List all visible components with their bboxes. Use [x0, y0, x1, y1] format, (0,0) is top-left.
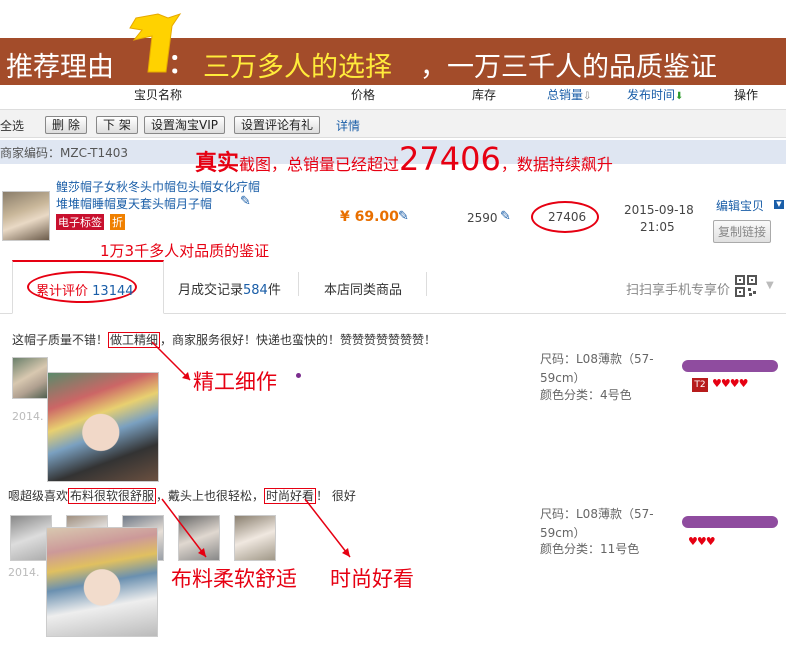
- review-2-size: 尺码：L08薄款（57-59cm）: [540, 507, 654, 540]
- product-thumbnail[interactable]: [2, 191, 50, 241]
- tab-separator: [298, 272, 299, 296]
- annotation-number: 27406: [399, 140, 501, 178]
- annotation-text1: 截图，总销量已经超过: [239, 155, 400, 174]
- review-2-date: 2014.: [8, 566, 40, 579]
- edit-stock-pencil-icon[interactable]: ✎: [500, 209, 511, 224]
- review-2-color: 颜色分类：11号色: [540, 542, 640, 556]
- product-title-line2[interactable]: 堆堆帽睡帽夏天套头帽月子帽: [56, 196, 212, 213]
- publish-date: 2015-09-18: [624, 203, 694, 217]
- banner-colon: ：: [168, 49, 195, 80]
- chevron-down-icon[interactable]: ▼: [766, 280, 774, 291]
- publish-time-label: 发布时间: [627, 88, 676, 102]
- review-2-photo[interactable]: [46, 527, 158, 637]
- set-comment-reward-button[interactable]: 设置评论有礼: [234, 116, 321, 134]
- product-sales: 27406: [548, 210, 587, 224]
- edit-price-pencil-icon[interactable]: ✎: [398, 209, 409, 224]
- reviewer-2-name-redacted: [682, 516, 778, 528]
- reviewer-2-hearts-icon: ♥♥♥: [688, 535, 716, 548]
- merchant-code: 商家编码：MZC-T1403: [0, 146, 129, 160]
- dropdown-arrow-icon[interactable]: ▼: [774, 200, 784, 209]
- sales-annotation: 真实截图，总销量已经超过27406，数据持续飙升: [195, 140, 613, 178]
- arrow-to-annotation-icon: [151, 341, 191, 381]
- review-1-annotation: 精工细作: [193, 370, 277, 394]
- annotation-bold: 真实: [195, 151, 240, 176]
- col-header-publish-time[interactable]: 发布时间⬇: [627, 86, 683, 103]
- product-title-line1[interactable]: 鳇莎帽子女秋冬头巾帽包头帽女化疗帽: [56, 179, 260, 196]
- total-sales-label: 总销量: [547, 88, 584, 102]
- tab-reviews-text: 累计评价 13144: [36, 280, 134, 299]
- tab-reviews-label: 累计评价: [36, 284, 89, 299]
- banner-highlight: 三万多人的选择: [203, 52, 392, 83]
- delete-button[interactable]: 删 除: [45, 116, 87, 134]
- review-2-annotation-2: 时尚好看: [330, 567, 414, 591]
- tab-monthly-unit: 件: [267, 283, 281, 298]
- product-price: ¥ 69.00: [340, 209, 399, 225]
- review-1-text-a: 这帽子质量不错！: [12, 333, 109, 347]
- review-2-text-a: 嗯超级喜欢: [8, 489, 69, 503]
- tab-same-shop[interactable]: 本店同类商品: [324, 279, 402, 298]
- edit-product-link[interactable]: 编辑宝贝: [716, 197, 764, 214]
- col-header-name: 宝贝名称: [134, 88, 183, 102]
- sort-down-active-icon: ⬇: [675, 91, 684, 102]
- review-2-annotation-1: 布料柔软舒适: [171, 567, 297, 591]
- review-1-photo[interactable]: [47, 372, 159, 482]
- reviewer-1-badge: T2: [692, 378, 708, 392]
- tab-reviews-count: 13144: [92, 284, 134, 299]
- offshelf-button[interactable]: 下 架: [96, 116, 138, 134]
- publish-time: 21:05: [640, 220, 675, 234]
- set-vip-button[interactable]: 设置淘宝VIP: [144, 116, 225, 134]
- reviewer-1-hearts-icon: ♥♥♥♥: [712, 377, 748, 390]
- edit-title-pencil-icon[interactable]: ✎: [240, 194, 251, 209]
- annotation-text2: ，数据持续飙升: [500, 155, 613, 174]
- purple-dot: [296, 373, 301, 378]
- review-1-date: 2014.: [12, 410, 44, 423]
- tab-separator: [426, 272, 427, 296]
- reviewer-1-name-redacted: [682, 360, 778, 372]
- details-link[interactable]: 详情: [336, 117, 360, 134]
- arrows-to-annotations-icon: [161, 498, 351, 558]
- col-header-total-sales[interactable]: 总销量⇩: [547, 86, 591, 103]
- tab-monthly-label: 月成交记录: [178, 283, 244, 298]
- banner-title: 推荐理由: [6, 52, 114, 83]
- review-1-thumbnail[interactable]: [12, 357, 48, 399]
- qr-code-icon[interactable]: [735, 275, 757, 297]
- review-2-boxed-1: 布料很软很舒服: [68, 488, 157, 504]
- select-all-checkbox[interactable]: 全选: [0, 117, 24, 134]
- electronic-tag-badge: 电子标签: [56, 214, 104, 230]
- scan-mobile-price[interactable]: 扫扫享手机专享价: [626, 279, 730, 298]
- sort-down-icon: ⇩: [583, 91, 592, 102]
- discount-badge: 折: [110, 214, 125, 230]
- review-1-text-b: ，商家服务很好！快递也蛮快的！赞赞赞赞赞赞赞！: [160, 333, 437, 347]
- quality-annotation: 1万3千多人对品质的鉴证: [100, 242, 270, 260]
- tab-monthly-sales[interactable]: 月成交记录584件: [178, 279, 281, 298]
- review-1-color: 颜色分类：4号色: [540, 388, 632, 402]
- review-1-size: 尺码：L08薄款（57-59cm）: [540, 352, 654, 385]
- col-header-price: 价格: [351, 88, 376, 102]
- col-header-stock: 库存: [472, 88, 497, 102]
- copy-link-button[interactable]: 复制链接: [713, 220, 772, 243]
- tab-monthly-count: 584: [243, 283, 268, 298]
- review-1-text: 这帽子质量不错！ 做工精细 ，商家服务很好！快递也蛮快的！赞赞赞赞赞赞赞！: [12, 331, 436, 348]
- col-header-actions: 操作: [734, 88, 759, 102]
- banner-subtitle: ，一万三千人的品质鉴证: [420, 52, 717, 83]
- product-stock: 2590: [467, 211, 498, 225]
